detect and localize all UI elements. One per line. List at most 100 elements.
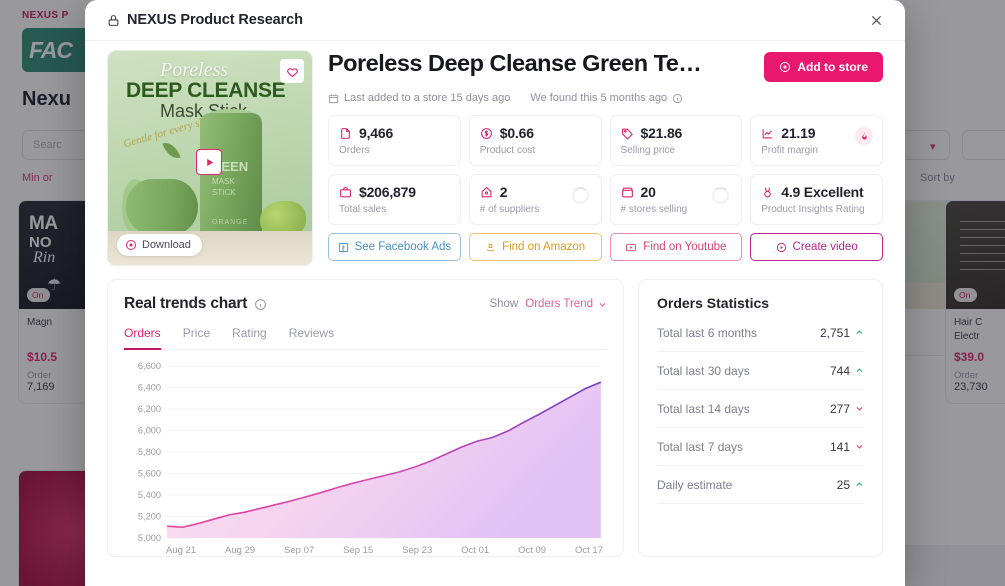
close-icon[interactable] [863,7,889,33]
tab-reviews[interactable]: Reviews [289,326,334,350]
show-selector: Show Orders Trend [489,298,607,310]
add-to-store-button[interactable]: Add to store [764,52,883,82]
product-image[interactable]: Poreless DEEP CLEANSE Mask Stick Gentle … [107,50,313,266]
orders-statistics-row: Total last 7 days 141 [657,428,864,466]
download-button[interactable]: Download [117,234,202,256]
create-video-button[interactable]: Create video [750,233,883,261]
stat-top: $206,879 [339,184,450,200]
info-icon [255,298,267,310]
real-trends-chart-panel: Real trends chart Show Orders Trend Orde… [107,279,624,557]
stat-profit-margin: 21.19 Profit margin [750,115,883,166]
play-icon[interactable] [196,149,222,175]
info-icon [673,93,683,103]
stat-label: Product cost [479,145,536,156]
orders-statistics-title: Orders Statistics [657,295,770,311]
plus-circle-icon [780,62,791,72]
see-facebook-ads-button[interactable]: See Facebook Ads [328,233,461,261]
product-stats-grid: 9,466 Orders $0.66 Product cost $21.86 S… [328,115,883,225]
stat-value: 9,466 [359,125,394,141]
product-stick-subtext: MASK STICK [212,177,236,197]
chart-x-tick: Sep 07 [284,545,315,556]
stat-label: Total sales [339,204,387,215]
stat-value: $206,879 [359,184,416,200]
svg-text:6,600: 6,600 [138,361,161,371]
show-value-dropdown[interactable]: Orders Trend [525,298,607,310]
found-date-meta: We found this 5 months ago [530,92,683,104]
lower-panels: Real trends chart Show Orders Trend Orde… [107,279,883,557]
orders-statistics-rows: Total last 6 months 2,751 Total last 30 da… [657,311,864,504]
tab-rating[interactable]: Rating [232,326,267,350]
product-meta-row: Last added to a store 15 days ago We fou… [328,92,883,104]
modal-title: NEXUS Product Research [127,12,303,28]
trend-down-icon [855,440,864,454]
chart-x-tick: Oct 09 [518,545,547,556]
stat-suppliers: 2 # of suppliers [468,174,602,225]
show-label: Show [489,298,519,310]
stat-total-sales: $206,879 Total sales [328,174,461,225]
chevron-down-icon [599,302,606,307]
stat-top: 4.9 Excellent [761,184,872,200]
stat-value: 4.9 Excellent [781,184,864,200]
stat-label: Profit margin [761,145,818,156]
chart-line-icon [762,128,773,138]
stat-top: $0.66 [480,125,591,141]
orders-statistics-row: Total last 6 months 2,751 [657,311,864,352]
tab-price[interactable]: Price [183,326,210,350]
stat-selling-price: $21.86 Selling price [609,115,743,166]
trend-up-icon [855,364,864,378]
product-actions-row: See Facebook Ads Find on Amazon Find on … [328,233,883,261]
stat-label: Selling price [620,145,675,156]
action-label: Find on Youtube [643,241,727,253]
orders-statistics-row: Daily estimate 25 [657,466,864,504]
orders-statistics-row-value: 744 [830,364,864,378]
tab-orders[interactable]: Orders [124,326,161,350]
action-label: Create video [792,241,858,253]
trends-tabs: Orders Price Rating Reviews [124,326,607,350]
svg-text:5,800: 5,800 [138,447,161,457]
stat-value: 21.19 [781,125,816,141]
stat-value: $0.66 [499,125,534,141]
orders-statistics-row-label: Daily estimate [657,478,733,492]
store-icon [621,187,633,197]
chart-x-tick: Sep 23 [402,545,433,556]
add-to-store-label: Add to store [797,60,868,74]
product-image-column: Poreless DEEP CLEANSE Mask Stick Gentle … [107,50,313,266]
product-details-column: Poreless Deep Cleanse Green Te… Add to s… [328,50,883,266]
coin-icon [480,127,492,139]
calendar-icon [328,93,339,103]
chart-x-tick: Aug 21 [166,545,197,556]
heart-icon[interactable] [280,59,304,83]
stat-label: Orders [339,145,370,156]
product-title-row: Poreless Deep Cleanse Green Te… Add to s… [328,50,883,82]
lock-icon [107,14,120,27]
orders-statistics-row-label: Total last 14 days [657,402,750,416]
last-added-meta: Last added to a store 15 days ago [328,92,510,104]
video-icon [776,242,786,252]
chart-y-tick-labels: 5,000 5,200 5,400 5,600 5,800 6,000 6,200 6,400… [138,361,161,542]
orders-statistics-row: Total last 30 days 744 [657,352,864,390]
product-image-headline: DEEP CLEANSE [126,79,286,102]
youtube-icon [626,243,637,251]
stat-orders: 9,466 Orders [328,115,461,166]
download-icon [126,240,136,250]
stat-stores-selling: 20 # stores selling [609,174,743,225]
stat-label: # of suppliers [479,204,540,215]
amazon-icon [486,243,495,251]
orders-statistics-row-label: Total last 30 days [657,364,750,378]
trends-title: Real trends chart [124,295,248,312]
orders-trend-chart: 5,000 5,200 5,400 5,600 5,800 6,000 6,200 6,400… [124,360,607,542]
orders-statistics-row: Total last 14 days 277 [657,390,864,428]
orders-statistics-row-value: 141 [830,440,864,454]
find-on-youtube-button[interactable]: Find on Youtube [609,233,743,261]
download-label: Download [142,239,191,251]
find-on-amazon-button[interactable]: Find on Amazon [468,233,602,261]
chart-svg: 5,000 5,200 5,400 5,600 5,800 6,000 6,200 6,400… [138,361,602,542]
product-title: Poreless Deep Cleanse Green Te… [328,50,702,76]
svg-text:5,200: 5,200 [138,512,161,522]
tag-icon [621,128,633,140]
stat-top: 9,466 [339,125,450,141]
stat-value: 2 [499,184,508,200]
chart-x-axis: Aug 21 Aug 29 Sep 07 Sep 15 Sep 23 Oct 01 Oct … [124,545,607,556]
orders-statistics-row-value: 2,751 [820,326,864,340]
document-icon [341,127,350,139]
